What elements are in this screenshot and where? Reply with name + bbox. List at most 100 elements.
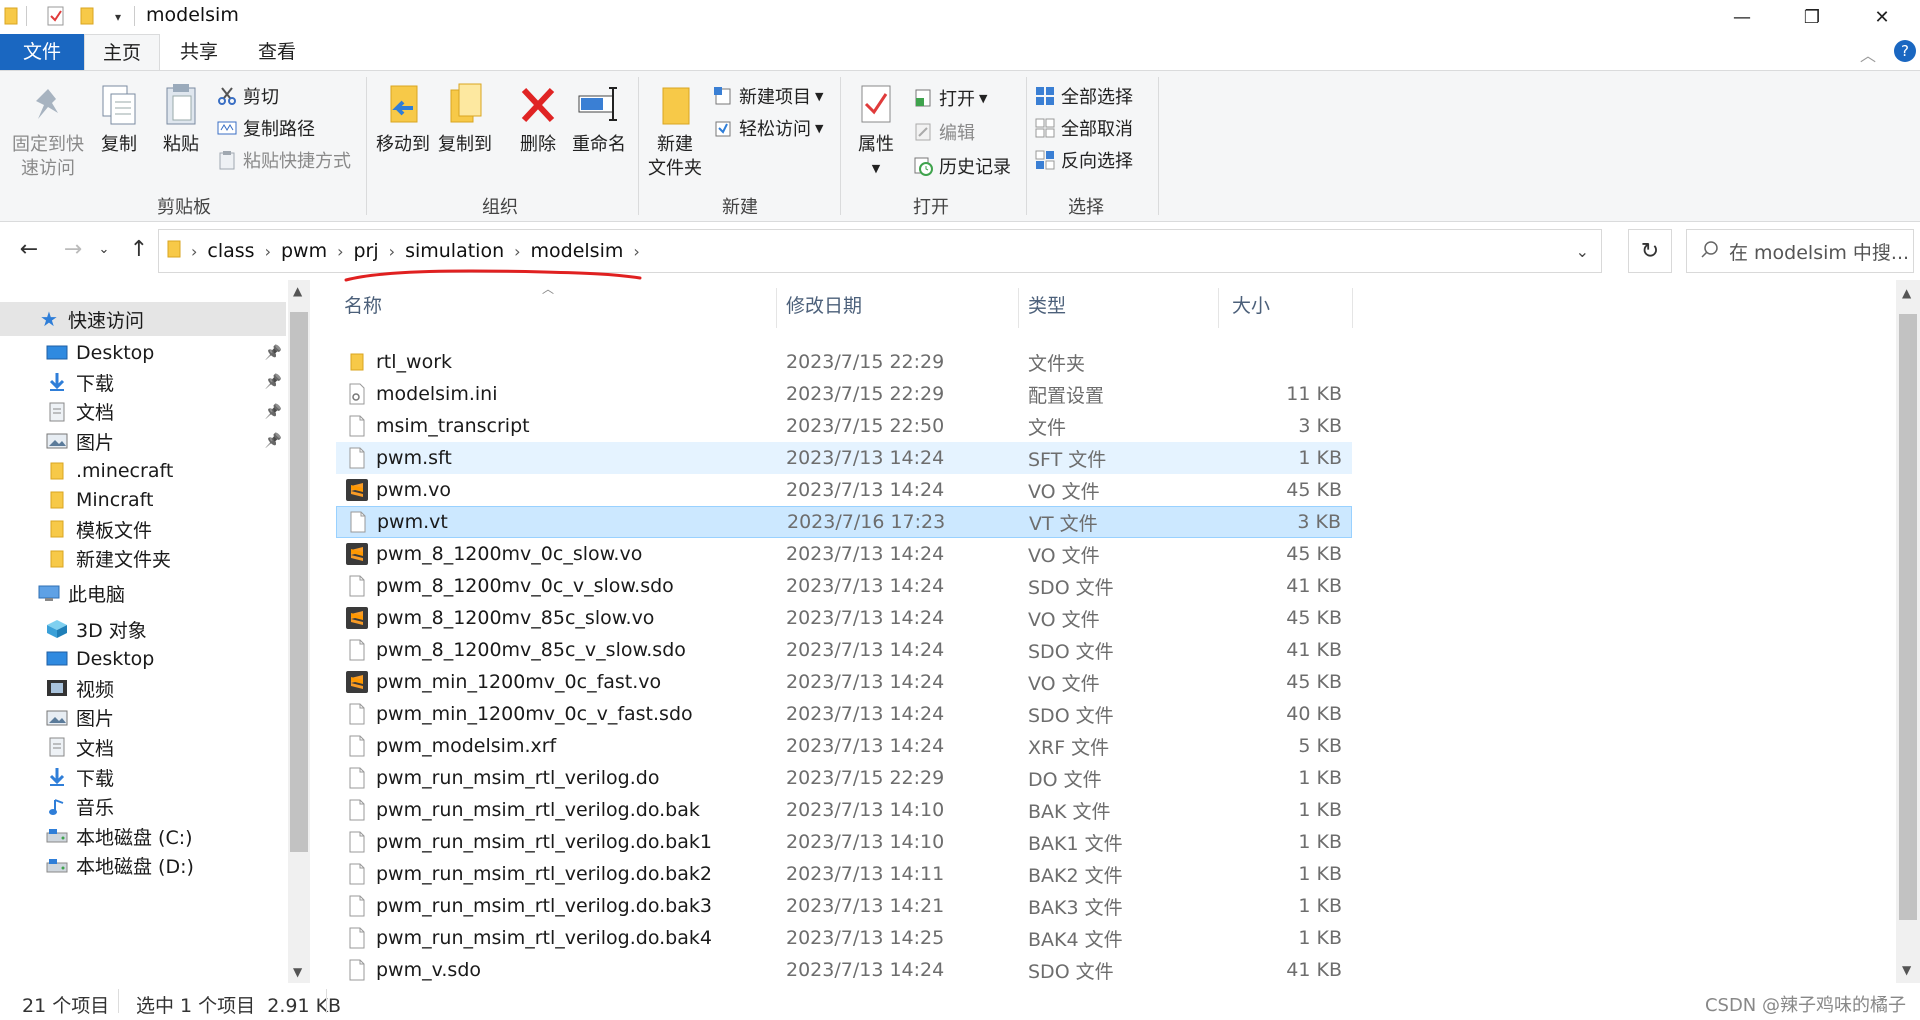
new-folder-quick-icon[interactable] <box>80 6 100 26</box>
up-button[interactable]: ↑ <box>124 234 154 264</box>
paste-shortcut-button[interactable]: 粘贴快捷方式 <box>216 147 351 173</box>
new-item-button[interactable]: 新建项目 ▼ <box>712 83 823 109</box>
file-row[interactable]: pwm.sft 2023/7/13 14:24 SFT 文件 1 KB <box>336 442 1352 474</box>
scroll-down-icon[interactable]: ▼ <box>1902 963 1911 977</box>
copy-path-button[interactable]: 复制路径 <box>216 115 315 141</box>
file-row[interactable]: pwm_run_msim_rtl_verilog.do.bak3 2023/7/1… <box>336 890 1352 922</box>
nav-scrollbar[interactable]: ▲ ▼ <box>288 280 310 983</box>
breadcrumb-class[interactable]: class <box>207 240 254 262</box>
maximize-button[interactable]: ❐ <box>1782 0 1842 34</box>
new-folder-button[interactable]: 新建 文件夹 <box>644 81 706 181</box>
tab-home[interactable]: 主页 <box>84 34 160 70</box>
back-button[interactable]: ← <box>14 234 44 264</box>
pin-icon <box>26 81 70 129</box>
chevron-right-icon[interactable]: › <box>514 242 520 261</box>
nav-quick-item[interactable]: 新建文件夹 <box>0 542 286 576</box>
select-none-button[interactable]: 全部取消 <box>1034 115 1133 141</box>
breadcrumb-pwm[interactable]: pwm <box>281 240 327 262</box>
select-all-button[interactable]: 全部选择 <box>1034 83 1133 109</box>
file-row[interactable]: pwm_8_1200mv_0c_v_slow.sdo 2023/7/13 14:2… <box>336 570 1352 602</box>
file-row[interactable]: pwm.vo 2023/7/13 14:24 VO 文件 45 KB <box>336 474 1352 506</box>
collapse-ribbon-icon[interactable]: ︿ <box>1860 42 1876 66</box>
rename-button[interactable]: 重命名 <box>568 81 630 157</box>
tab-file[interactable]: 文件 <box>0 34 84 70</box>
column-divider[interactable] <box>776 288 777 328</box>
file-list-scrollbar[interactable]: ▲ ▼ <box>1896 280 1920 983</box>
file-row[interactable]: rtl_work 2023/7/15 22:29 文件夹 <box>336 346 1352 378</box>
breadcrumb-modelsim[interactable]: modelsim <box>531 240 624 262</box>
paste-button[interactable]: 粘贴 <box>156 81 206 157</box>
file-type: VT 文件 <box>1029 512 1098 535</box>
customize-quick-access-icon[interactable]: ▾ <box>108 6 128 26</box>
chevron-right-icon[interactable]: › <box>337 242 343 261</box>
chevron-right-icon[interactable]: › <box>265 242 271 261</box>
tab-view[interactable]: 查看 <box>238 34 316 70</box>
file-row[interactable]: pwm_min_1200mv_0c_fast.vo 2023/7/13 14:24… <box>336 666 1352 698</box>
breadcrumb-prj[interactable]: prj <box>354 240 379 262</box>
file-row[interactable]: pwm_modelsim.xrf 2023/7/13 14:24 XRF 文件 5 K… <box>336 730 1352 762</box>
cut-button[interactable]: 剪切 <box>216 83 279 109</box>
column-divider[interactable] <box>1018 288 1019 328</box>
computer-icon <box>38 582 60 604</box>
address-dropdown-icon[interactable]: ⌄ <box>1576 242 1589 261</box>
scroll-thumb[interactable] <box>1899 314 1917 920</box>
nav-pc-item[interactable]: 本地磁盘 (D:) <box>0 849 286 883</box>
column-divider[interactable] <box>1218 288 1219 328</box>
file-row[interactable]: pwm_8_1200mv_85c_v_slow.sdo 2023/7/13 14:… <box>336 634 1352 666</box>
scroll-down-icon[interactable]: ▼ <box>293 965 302 979</box>
close-button[interactable]: ✕ <box>1852 0 1912 34</box>
pin-to-quick-access-button[interactable]: 固定到快 速访问 <box>8 81 88 181</box>
column-header-type[interactable]: 类型 <box>1028 288 1066 324</box>
scroll-up-icon[interactable]: ▲ <box>1902 286 1911 300</box>
file-row[interactable]: pwm_8_1200mv_85c_slow.vo 2023/7/13 14:24 V… <box>336 602 1352 634</box>
tab-share[interactable]: 共享 <box>160 34 238 70</box>
file-row[interactable]: pwm.vt 2023/7/16 17:23 VT 文件 3 KB <box>336 506 1352 538</box>
forward-button[interactable]: → <box>58 234 88 264</box>
column-divider[interactable] <box>1352 288 1353 328</box>
file-row[interactable]: pwm_run_msim_rtl_verilog.do.bak 2023/7/13… <box>336 794 1352 826</box>
file-row[interactable]: msim_transcript 2023/7/15 22:50 文件 3 KB <box>336 410 1352 442</box>
file-row[interactable]: pwm_min_1200mv_0c_v_fast.sdo 2023/7/13 14… <box>336 698 1352 730</box>
properties-button[interactable]: 属性 ▼ <box>846 81 906 181</box>
file-size: 1 KB <box>1298 831 1342 853</box>
file-row[interactable]: pwm_v.sdo 2023/7/13 14:24 SDO 文件 41 KB <box>336 954 1352 983</box>
chevron-right-icon[interactable]: › <box>633 242 639 261</box>
chevron-right-icon[interactable]: › <box>389 242 395 261</box>
scroll-up-icon[interactable]: ▲ <box>293 284 302 298</box>
nav-this-pc[interactable]: 此电脑 <box>0 576 286 610</box>
file-type: VO 文件 <box>1028 480 1100 503</box>
file-row[interactable]: pwm_8_1200mv_0c_slow.vo 2023/7/13 14:24 VO… <box>336 538 1352 570</box>
file-row[interactable]: modelsim.ini 2023/7/15 22:29 配置设置 11 KB <box>336 378 1352 410</box>
file-row[interactable]: pwm_run_msim_rtl_verilog.do.bak2 2023/7/1… <box>336 858 1352 890</box>
column-header-name[interactable]: 名称 <box>344 288 382 324</box>
column-header-size[interactable]: 大小 <box>1232 288 1270 324</box>
history-button[interactable]: 历史记录 <box>912 153 1011 179</box>
breadcrumb-simulation[interactable]: simulation <box>405 240 504 262</box>
scroll-thumb[interactable] <box>290 312 308 852</box>
file-row[interactable]: pwm_run_msim_rtl_verilog.do.bak1 2023/7/1… <box>336 826 1352 858</box>
file-icon <box>346 574 368 598</box>
move-to-button[interactable]: 移动到 <box>372 81 434 157</box>
copy-button[interactable]: 复制 <box>94 81 144 157</box>
invert-selection-button[interactable]: 反向选择 <box>1034 147 1133 173</box>
minimize-button[interactable]: — <box>1712 0 1772 34</box>
properties-quick-icon[interactable] <box>46 6 66 26</box>
open-button[interactable]: 打开 ▼ <box>912 85 987 111</box>
help-icon[interactable]: ? <box>1894 40 1916 62</box>
file-name: pwm_modelsim.xrf <box>376 735 557 757</box>
edit-button[interactable]: 编辑 <box>912 119 975 145</box>
delete-button[interactable]: 删除 <box>510 81 566 157</box>
file-list: 名称 ︿ 修改日期 类型 大小 rtl_work 2023/7/15 22:29 文… <box>336 280 1896 983</box>
pin-label: 固定到快 速访问 <box>12 134 84 179</box>
file-row[interactable]: pwm_run_msim_rtl_verilog.do 2023/7/15 22:… <box>336 762 1352 794</box>
file-row[interactable]: pwm_run_msim_rtl_verilog.do.bak4 2023/7/1… <box>336 922 1352 954</box>
group-separator <box>840 77 841 215</box>
search-input[interactable]: 在 modelsim 中搜... <box>1686 229 1914 273</box>
nav-quick-access[interactable]: ★ 快速访问 <box>0 302 286 336</box>
file-size: 41 KB <box>1286 959 1342 981</box>
easy-access-button[interactable]: 轻松访问 ▼ <box>712 115 823 141</box>
copy-to-button[interactable]: 复制到 <box>434 81 496 157</box>
recent-locations-dropdown[interactable]: ⌄ <box>94 234 114 264</box>
column-header-date[interactable]: 修改日期 <box>786 288 862 324</box>
refresh-button[interactable]: ↻ <box>1628 229 1672 273</box>
